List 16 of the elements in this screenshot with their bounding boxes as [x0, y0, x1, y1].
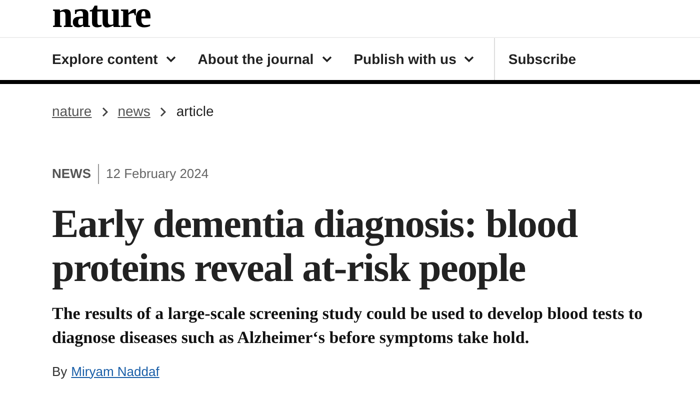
- breadcrumb-link[interactable]: news: [118, 101, 150, 122]
- chevron-right-icon: [102, 106, 108, 116]
- byline-label: By: [52, 362, 68, 381]
- nature-logo[interactable]: nature: [52, 0, 150, 31]
- author-link[interactable]: Miryam Naddaf: [71, 362, 160, 381]
- article-title: Early dementia diagnosis: blood proteins reveal at-risk people: [52, 202, 579, 290]
- article-standfirst: The results of a large-scale screening study could be used to develop blood tests to diagnose diseases such as Alzheimer‘s before symptoms take hold.: [52, 302, 644, 349]
- chevron-right-icon: [160, 106, 166, 116]
- article-type: NEWS: [52, 164, 99, 184]
- breadcrumb-link[interactable]: nature: [52, 101, 92, 122]
- nav-menu-item[interactable]: About the journal: [198, 48, 332, 70]
- breadcrumb-current: article: [176, 102, 214, 121]
- nav-menu-item[interactable]: Publish with us: [354, 48, 474, 70]
- publish-date: 12 February 2024: [105, 165, 209, 183]
- nav-menu-item[interactable]: Explore content: [52, 48, 176, 70]
- nav-menu-item[interactable]: Subscribe: [508, 48, 576, 70]
